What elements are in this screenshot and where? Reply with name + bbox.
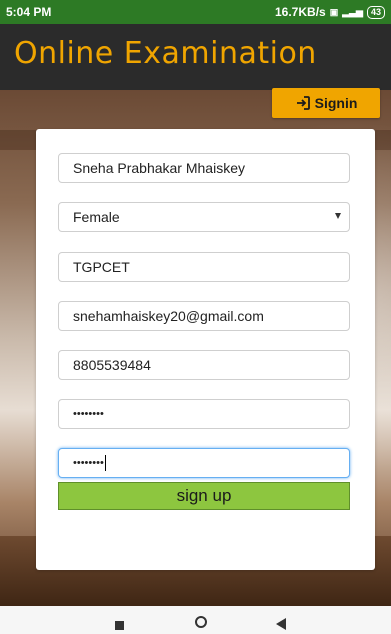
network-speed: 16.7KB/s bbox=[275, 5, 326, 19]
college-input[interactable]: TGPCET bbox=[58, 252, 350, 282]
confirm-password-mask: •••••••• bbox=[73, 457, 104, 469]
password-mask: •••••••• bbox=[73, 408, 104, 420]
system-nav-bar bbox=[0, 606, 391, 634]
email-value: snehamhaiskey20@gmail.com bbox=[73, 308, 264, 324]
phone-value: 8805539484 bbox=[73, 357, 151, 373]
data-icon: ▣ bbox=[329, 6, 339, 17]
college-value: TGPCET bbox=[73, 259, 130, 275]
name-input[interactable]: Sneha Prabhakar Mhaiskey bbox=[58, 153, 350, 183]
status-bar: 5:04 PM 16.7KB/s ▣ ▂▃▅ 43 bbox=[0, 0, 391, 24]
status-indicators: 16.7KB/s ▣ ▂▃▅ 43 bbox=[275, 0, 385, 24]
email-input[interactable]: snehamhaiskey20@gmail.com bbox=[58, 301, 350, 331]
gender-select[interactable]: Female bbox=[58, 202, 350, 232]
home-icon[interactable] bbox=[195, 616, 207, 628]
battery-icon: 43 bbox=[366, 5, 385, 19]
gender-value: Female bbox=[73, 209, 120, 225]
sign-in-icon bbox=[296, 96, 310, 110]
name-value: Sneha Prabhakar Mhaiskey bbox=[73, 160, 245, 176]
signup-label: sign up bbox=[176, 486, 232, 505]
signin-button[interactable]: Signin bbox=[272, 88, 380, 118]
app-header: Online Examination bbox=[0, 24, 391, 90]
back-icon[interactable] bbox=[276, 618, 286, 630]
signup-button[interactable]: sign up bbox=[58, 482, 350, 510]
dropdown-arrow-icon bbox=[335, 213, 341, 219]
text-caret bbox=[104, 455, 106, 471]
phone-input[interactable]: 8805539484 bbox=[58, 350, 350, 380]
battery-level: 43 bbox=[370, 6, 381, 17]
app-title: Online Examination bbox=[14, 36, 317, 71]
signal-icon: ▂▃▅ bbox=[342, 6, 363, 17]
signin-label: Signin bbox=[314, 95, 358, 111]
confirm-password-input[interactable]: •••••••• bbox=[58, 448, 350, 478]
password-input[interactable]: •••••••• bbox=[58, 399, 350, 429]
signup-form: Sneha Prabhakar Mhaiskey Female TGPCET s… bbox=[36, 129, 375, 570]
status-time: 5:04 PM bbox=[6, 5, 52, 19]
recent-apps-icon[interactable] bbox=[115, 621, 124, 630]
